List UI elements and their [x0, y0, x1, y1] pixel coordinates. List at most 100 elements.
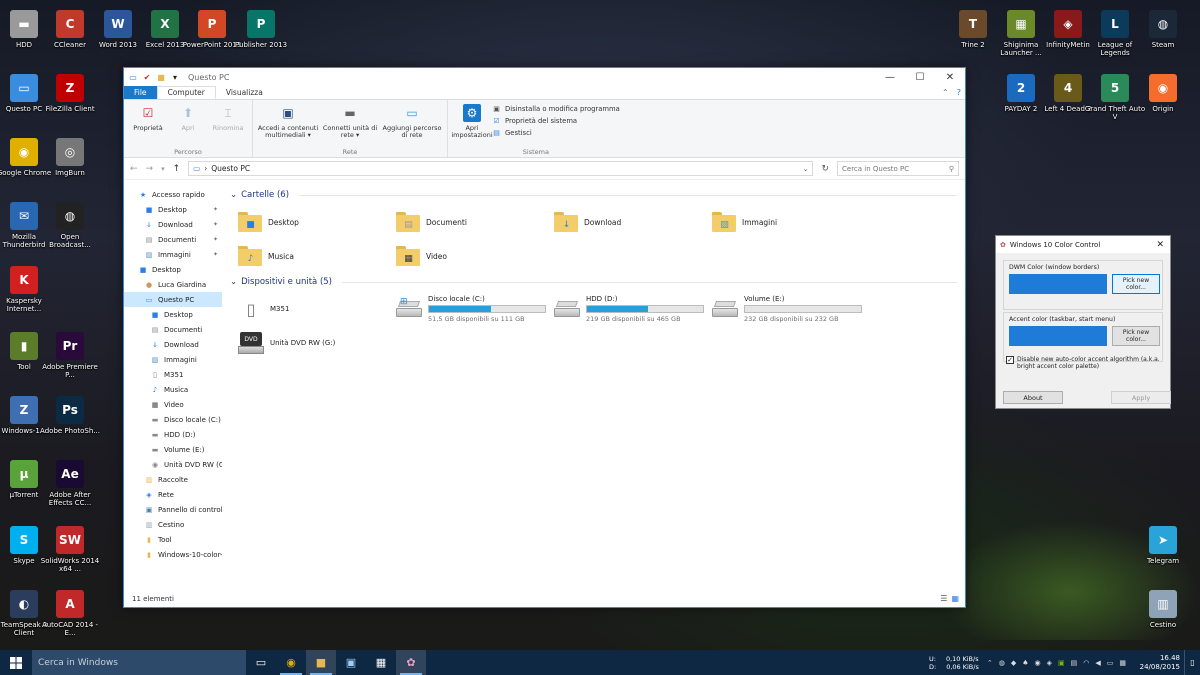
desktop-icon-autocad-2014-e[interactable]: A AutoCAD 2014 - E... — [39, 586, 101, 648]
alert-tray-icon[interactable]: ♠ — [1022, 659, 1028, 667]
nav-item-video[interactable]: ▦ Video — [124, 397, 222, 412]
quick-access-properties-icon[interactable]: ✔ — [142, 72, 152, 82]
search-input[interactable]: Cerca in Questo PC ⚲ — [837, 161, 959, 176]
folder-documenti[interactable]: ▤ Documenti — [396, 205, 554, 239]
desktop-icon-filezilla-client[interactable]: Z FileZilla Client — [39, 70, 101, 132]
nav-item-immagini[interactable]: ▨ Immagini — [124, 352, 222, 367]
drive-m351[interactable]: ▯ M351 — [238, 292, 396, 326]
nav-item-rete[interactable]: ◈ Rete — [124, 487, 222, 502]
uninstall-program-button[interactable]: ▣ Disinstalla o modifica programma — [492, 104, 620, 113]
nav-item-raccolte[interactable]: ▥ Raccolte — [124, 472, 222, 487]
nav-item-desktop[interactable]: ■ Desktop — [124, 307, 222, 322]
nav-item-documenti[interactable]: ▤ Documenti — [124, 322, 222, 337]
nav-item-questo-pc[interactable]: ▭ Questo PC — [124, 292, 222, 307]
store-taskbar-icon[interactable]: ▣ — [336, 650, 366, 675]
wifi-tray-icon[interactable]: ◠ — [1083, 659, 1089, 667]
nav-item-volume-e[interactable]: ▬ Volume (E:) — [124, 442, 222, 457]
show-hidden-icons-icon[interactable]: ⌃ — [987, 659, 993, 667]
folder-video[interactable]: ▦ Video — [396, 239, 554, 273]
desktop-icon-adobe-photosh[interactable]: Ps Adobe PhotoSh... — [39, 392, 101, 454]
desktop-icon-publisher-2013[interactable]: P Publisher 2013 — [230, 6, 292, 68]
new-folder-icon[interactable]: ■ — [156, 72, 166, 82]
chrome-tray-icon[interactable]: ◉ — [1035, 659, 1041, 667]
about-button[interactable]: About — [1003, 391, 1063, 404]
mouse-tray-icon[interactable]: ◆ — [1011, 659, 1016, 667]
calculator-taskbar-icon[interactable]: ▦ — [366, 650, 396, 675]
pick-accent-color-button[interactable]: Pick new color... — [1112, 326, 1160, 346]
nav-item-desktop[interactable]: ■ Desktop ✦ — [124, 202, 222, 217]
steam-tray-icon[interactable]: ◍ — [999, 659, 1005, 667]
desktop-icon-steam[interactable]: ◍ Steam — [1132, 6, 1194, 68]
desktop-icon-telegram[interactable]: ➤ Telegram — [1132, 522, 1194, 584]
desktop-icon-adobe-after-effects-cc[interactable]: Ae Adobe After Effects CC... — [39, 456, 101, 518]
minimize-button[interactable]: — — [875, 68, 905, 86]
folder-immagini[interactable]: ▨ Immagini — [712, 205, 870, 239]
open-settings-button[interactable]: ⚙ Apri impostazioni — [451, 102, 493, 147]
file-explorer-taskbar-icon[interactable]: ■ — [306, 650, 336, 675]
nav-item-accesso-rapido[interactable]: ★ Accesso rapido — [124, 187, 222, 202]
nav-item-cestino[interactable]: ▥ Cestino — [124, 517, 222, 532]
desktop-icon-cestino[interactable]: ▥ Cestino — [1132, 586, 1194, 648]
disable-auto-color-checkbox[interactable]: ✓ Disable new auto-color accent algorith… — [1006, 356, 1161, 370]
close-button[interactable]: ✕ — [1156, 240, 1164, 250]
keyboard-icon[interactable]: ▦ — [1119, 659, 1126, 667]
breadcrumb[interactable]: Questo PC — [211, 164, 250, 173]
nav-item-download[interactable]: ↓ Download — [124, 337, 222, 352]
address-bar[interactable]: ▭ › Questo PC ⌄ — [188, 161, 814, 176]
quick-access-dropdown-icon[interactable]: ▾ — [170, 72, 180, 82]
refresh-button[interactable]: ↻ — [821, 164, 829, 174]
access-media-button[interactable]: ▣ Accedi a contenuti multimediali ▾ — [257, 102, 319, 147]
nav-item-m351[interactable]: ▯ M351 — [124, 367, 222, 382]
apply-button[interactable]: Apply — [1111, 391, 1171, 404]
network-tray-icon[interactable]: ▤ — [1071, 659, 1078, 667]
desktop-icon-open-broadcast[interactable]: ◍ Open Broadcast... — [39, 198, 101, 260]
nav-item-luca-giardina[interactable]: ● Luca Giardina — [124, 277, 222, 292]
map-network-drive-button[interactable]: ▬ Connetti unità di rete ▾ — [319, 102, 381, 147]
volume-icon[interactable]: ◀ — [1095, 659, 1100, 667]
nav-item-windows-10-color[interactable]: ▮ Windows-10-color- — [124, 547, 222, 562]
drive-disco-locale-c[interactable]: ⊞ Disco locale (C:) 51,5 GB disponibili su… — [396, 292, 554, 326]
chrome-taskbar-icon[interactable]: ◉ — [276, 650, 306, 675]
manage-button[interactable]: ▤ Gestisci — [492, 128, 620, 137]
help-icon[interactable]: ? — [957, 88, 961, 97]
desktop-icon-kaspersky-internet[interactable]: K Kaspersky Internet... — [0, 262, 55, 324]
task-view-icon[interactable]: ▭ — [246, 650, 276, 675]
folder-download[interactable]: ↓ Download — [554, 205, 712, 239]
nav-item-pannello-di-controll[interactable]: ▣ Pannello di controll — [124, 502, 222, 517]
clock[interactable]: 16.48 24/08/2015 — [1136, 654, 1180, 672]
nav-item-desktop[interactable]: ■ Desktop — [124, 262, 222, 277]
tab-computer[interactable]: Computer — [156, 86, 216, 99]
system-properties-button[interactable]: ☑ Proprietà del sistema — [492, 116, 620, 125]
show-desktop-button[interactable]: ▯ — [1184, 650, 1200, 675]
forward-button[interactable]: → — [146, 164, 154, 174]
properties-button[interactable]: ☑ Proprietà — [128, 102, 168, 147]
large-icons-view-icon[interactable]: ▦ — [951, 594, 959, 603]
nav-item-documenti[interactable]: ▤ Documenti ✦ — [124, 232, 222, 247]
desktop-icon-imgburn[interactable]: ◎ ImgBurn — [39, 134, 101, 196]
message-icon[interactable]: ▭ — [1107, 659, 1114, 667]
kaspersky-tray-icon[interactable]: ◈ — [1047, 659, 1052, 667]
recent-locations-icon[interactable]: ▾ — [161, 165, 165, 173]
rename-button[interactable]: ⌶ Rinomina — [208, 102, 248, 147]
drive-unit-dvd-rw-g[interactable]: DVD Unità DVD RW (G:) — [238, 326, 396, 360]
back-button[interactable]: ← — [130, 164, 138, 174]
nav-item-hdd-d[interactable]: ▬ HDD (D:) — [124, 427, 222, 442]
folders-section-header[interactable]: ⌄ Cartelle (6) — [226, 188, 965, 202]
color-control-taskbar-icon[interactable]: ✿ — [396, 650, 426, 675]
desktop-icon-solidworks-2014-x64[interactable]: SW SolidWorks 2014 x64 ... — [39, 522, 101, 584]
folder-desktop[interactable]: ■ Desktop — [238, 205, 396, 239]
nav-item-tool[interactable]: ▮ Tool — [124, 532, 222, 547]
nav-item-immagini[interactable]: ▨ Immagini ✦ — [124, 247, 222, 262]
desktop-icon-origin[interactable]: ◉ Origin — [1132, 70, 1194, 132]
nav-item-disco-locale-c[interactable]: ▬ Disco locale (C:) — [124, 412, 222, 427]
start-button[interactable] — [0, 650, 32, 675]
checkbox-icon[interactable]: ✓ — [1006, 356, 1014, 364]
maximize-button[interactable]: ☐ — [905, 68, 935, 86]
up-button[interactable]: ↑ — [173, 164, 181, 174]
open-button[interactable]: ⬆ Apri — [168, 102, 208, 147]
devices-section-header[interactable]: ⌄ Dispositivi e unità (5) — [226, 275, 965, 289]
address-dropdown-icon[interactable]: ⌄ — [803, 165, 809, 173]
close-button[interactable]: ✕ — [935, 68, 965, 86]
nvidia-tray-icon[interactable]: ▣ — [1058, 659, 1065, 667]
drive-hdd-d[interactable]: HDD (D:) 219 GB disponibili su 465 GB — [554, 292, 712, 326]
